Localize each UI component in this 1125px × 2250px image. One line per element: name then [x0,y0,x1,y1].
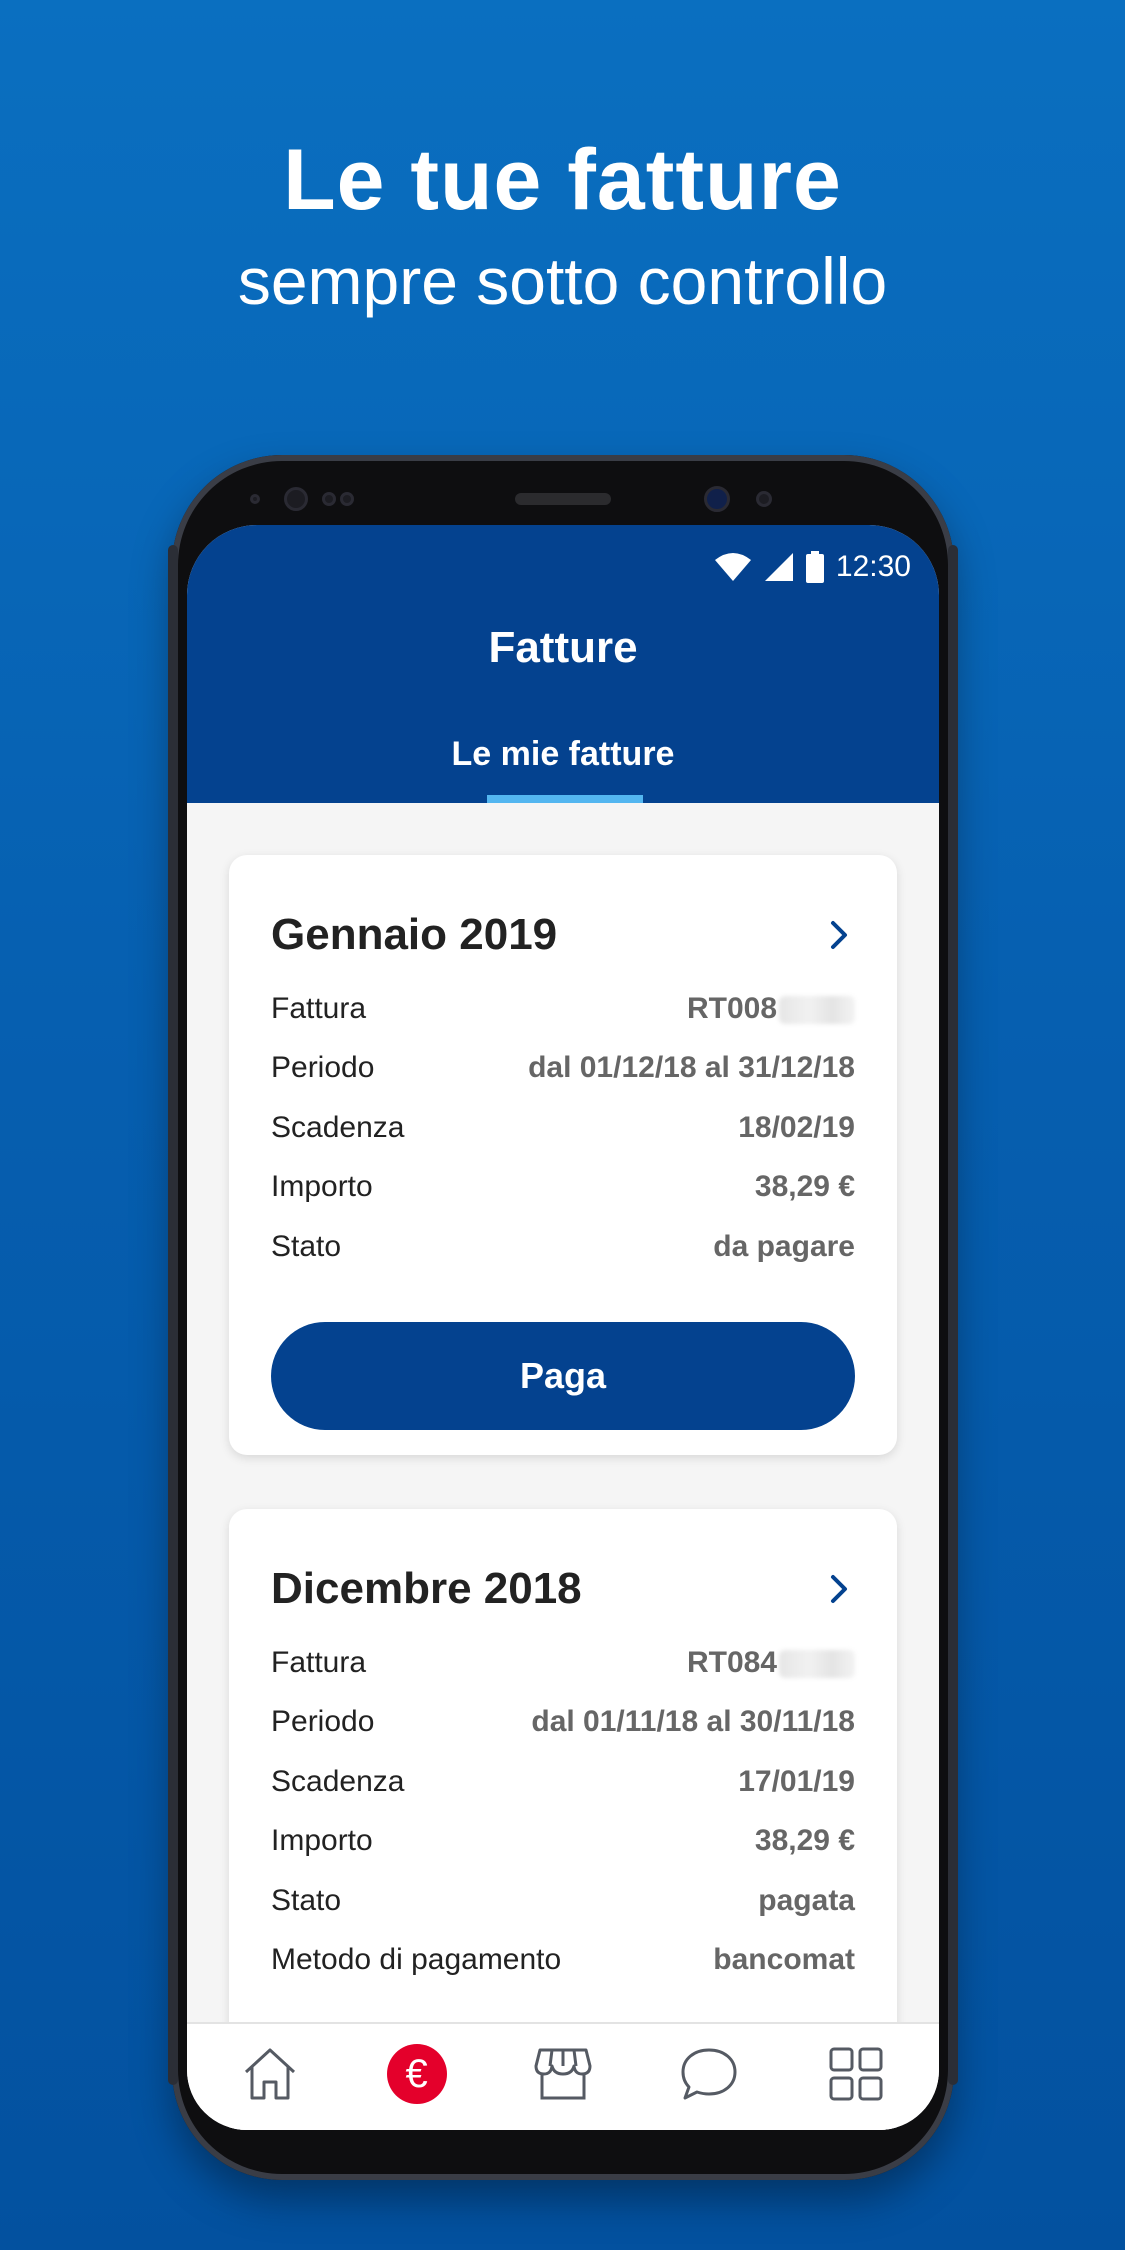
nav-store[interactable] [528,2039,598,2109]
grid-icon [829,2047,883,2101]
signal-icon [764,553,793,581]
invoice-row-periodo: Periodo dal 01/11/18 al 30/11/18 [271,1693,855,1753]
invoice-row-stato: Stato pagata [271,1871,855,1931]
invoice-row-importo: Importo 38,29 € [271,1812,855,1872]
nav-menu[interactable] [821,2039,891,2109]
sensor-dot [756,491,772,507]
invoice-card-header[interactable]: Dicembre 2018 [271,1561,855,1617]
chevron-right-icon[interactable] [823,915,855,955]
pay-button[interactable]: Paga [271,1321,855,1430]
status-value: da pagare [713,1229,855,1263]
chevron-right-icon[interactable] [823,1569,855,1609]
sensor-dot [322,492,336,506]
phone-screen: 12:30 Fatture Le mie fatture Gennaio 201… [187,525,939,2130]
nav-fatture[interactable]: € [382,2039,452,2109]
row-value: dal 01/12/18 al 31/12/18 [528,1051,855,1085]
promo-headline: Le tue fatture sempre sotto controllo [0,130,1125,326]
store-icon [534,2048,592,2100]
invoice-number: RT008 [687,992,855,1026]
row-value: 17/01/19 [738,1764,855,1798]
invoice-row-scadenza: Scadenza 18/02/19 [271,1098,855,1158]
row-label: Stato [271,1883,342,1917]
invoice-card-header[interactable]: Gennaio 2019 [271,907,855,963]
invoice-number: RT084 [687,1646,855,1680]
row-label: Fattura [271,991,367,1025]
sensor-dot [340,492,354,506]
app-bar: 12:30 Fatture Le mie fatture [187,525,939,803]
tab-indicator [487,795,643,803]
row-label: Periodo [271,1705,375,1739]
row-value: dal 01/11/18 al 30/11/18 [531,1705,855,1739]
invoice-row-stato: Stato da pagare [271,1217,855,1277]
status-time: 12:30 [835,550,911,583]
iris-sensor [704,486,730,512]
sensor-dot [250,494,260,504]
promo-subtitle: sempre sotto controllo [237,244,888,318]
row-value: 18/02/19 [738,1110,855,1144]
page-title: Fatture [488,623,638,672]
status-bar: 12:30 [714,547,911,587]
invoice-number-text: RT084 [686,1645,777,1679]
invoice-title: Dicembre 2018 [271,1564,582,1613]
nav-home[interactable] [235,2039,305,2109]
redacted-blur [779,1649,855,1678]
row-label: Scadenza [271,1764,405,1798]
home-icon [245,2048,296,2100]
bottom-nav: € [187,2022,939,2130]
tab-le-mie-fatture[interactable]: Le mie fatture [187,735,939,774]
phone-edge-left [168,545,178,2085]
row-label: Importo [271,1170,373,1204]
row-label: Fattura [271,1645,367,1679]
invoice-row-metodo: Metodo di pagamento bancomat [271,1931,855,1991]
invoice-row-fattura: Fattura RT084 [271,1633,855,1693]
invoice-row-scadenza: Scadenza 17/01/19 [271,1752,855,1812]
row-value: 38,29 € [754,1170,855,1204]
status-value: pagata [758,1883,855,1917]
chat-icon [681,2048,737,2100]
invoice-row-fattura: Fattura RT008 [271,979,855,1039]
row-label: Scadenza [271,1110,405,1144]
invoice-row-importo: Importo 38,29 € [271,1158,855,1218]
row-label: Periodo [271,1051,375,1085]
invoice-card[interactable]: Gennaio 2019 Fattura RT008 Periodo dal 0… [229,855,897,1455]
row-label: Stato [271,1229,342,1263]
battery-icon [805,551,824,583]
invoice-number-text: RT008 [686,991,777,1025]
row-value: bancomat [713,1943,855,1977]
promo-title: Le tue fatture [283,132,842,228]
phone-speaker [515,493,611,505]
invoice-row-periodo: Periodo dal 01/12/18 al 31/12/18 [271,1039,855,1099]
front-camera [284,487,308,511]
nav-chat[interactable] [674,2039,744,2109]
phone-edge-right [948,545,958,2085]
row-label: Importo [271,1824,373,1858]
euro-icon: € [386,2044,447,2104]
redacted-blur [779,995,855,1024]
invoice-title: Gennaio 2019 [271,910,558,959]
wifi-icon [714,553,751,581]
row-label: Metodo di pagamento [271,1943,562,1977]
phone-frame: 12:30 Fatture Le mie fatture Gennaio 201… [168,455,958,2180]
row-value: 38,29 € [754,1824,855,1858]
